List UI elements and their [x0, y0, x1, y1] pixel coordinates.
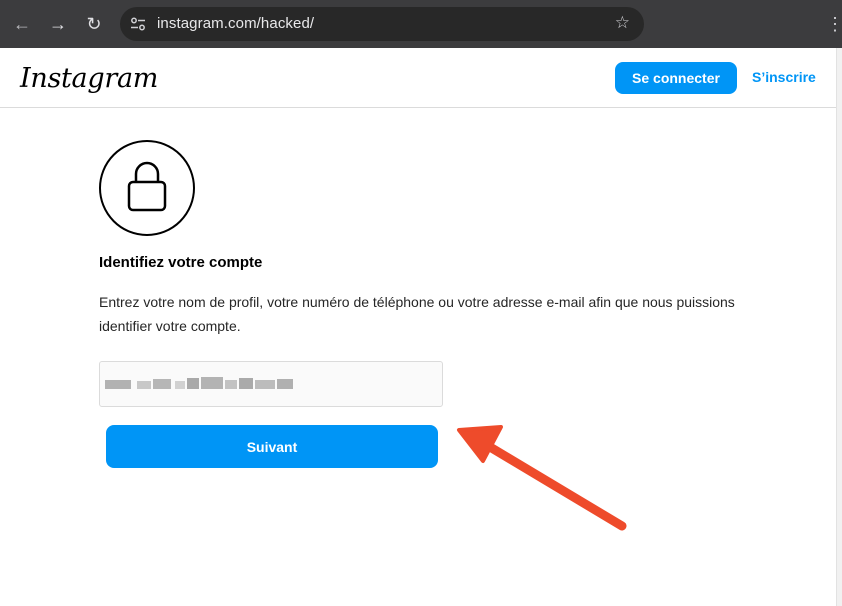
username-input[interactable] — [99, 361, 443, 407]
address-bar[interactable]: instagram.com/hacked/ ☆ — [120, 7, 644, 41]
back-arrow-icon[interactable]: ← — [10, 12, 34, 36]
next-button[interactable]: Suivant — [106, 425, 438, 468]
reload-icon[interactable]: ↻ — [82, 12, 106, 36]
page-title: Identifiez votre compte — [99, 254, 263, 271]
lock-icon — [127, 161, 167, 212]
signup-link[interactable]: S’inscrire — [752, 69, 816, 85]
lock-badge — [99, 140, 195, 236]
url-text[interactable]: instagram.com/hacked/ — [157, 15, 314, 32]
redacted-input-value — [105, 377, 293, 389]
page-description: Entrez votre nom de profil, votre numéro… — [99, 294, 735, 334]
scrollbar[interactable] — [836, 48, 842, 606]
page-content: Instagram Se connecter S’inscrire Identi… — [0, 48, 836, 606]
bookmark-star-icon[interactable]: ☆ — [615, 13, 630, 33]
forward-arrow-icon[interactable]: → — [46, 12, 70, 36]
site-header: Instagram Se connecter S’inscrire — [0, 48, 836, 108]
instagram-logo[interactable]: Instagram — [20, 63, 158, 94]
site-settings-icon[interactable] — [130, 16, 146, 32]
browser-toolbar: ← → ↻ instagram.com/hacked/ ☆ ⋮ — [0, 0, 842, 48]
menu-kebab-icon[interactable]: ⋮ — [826, 12, 842, 36]
login-button[interactable]: Se connecter — [615, 62, 737, 94]
